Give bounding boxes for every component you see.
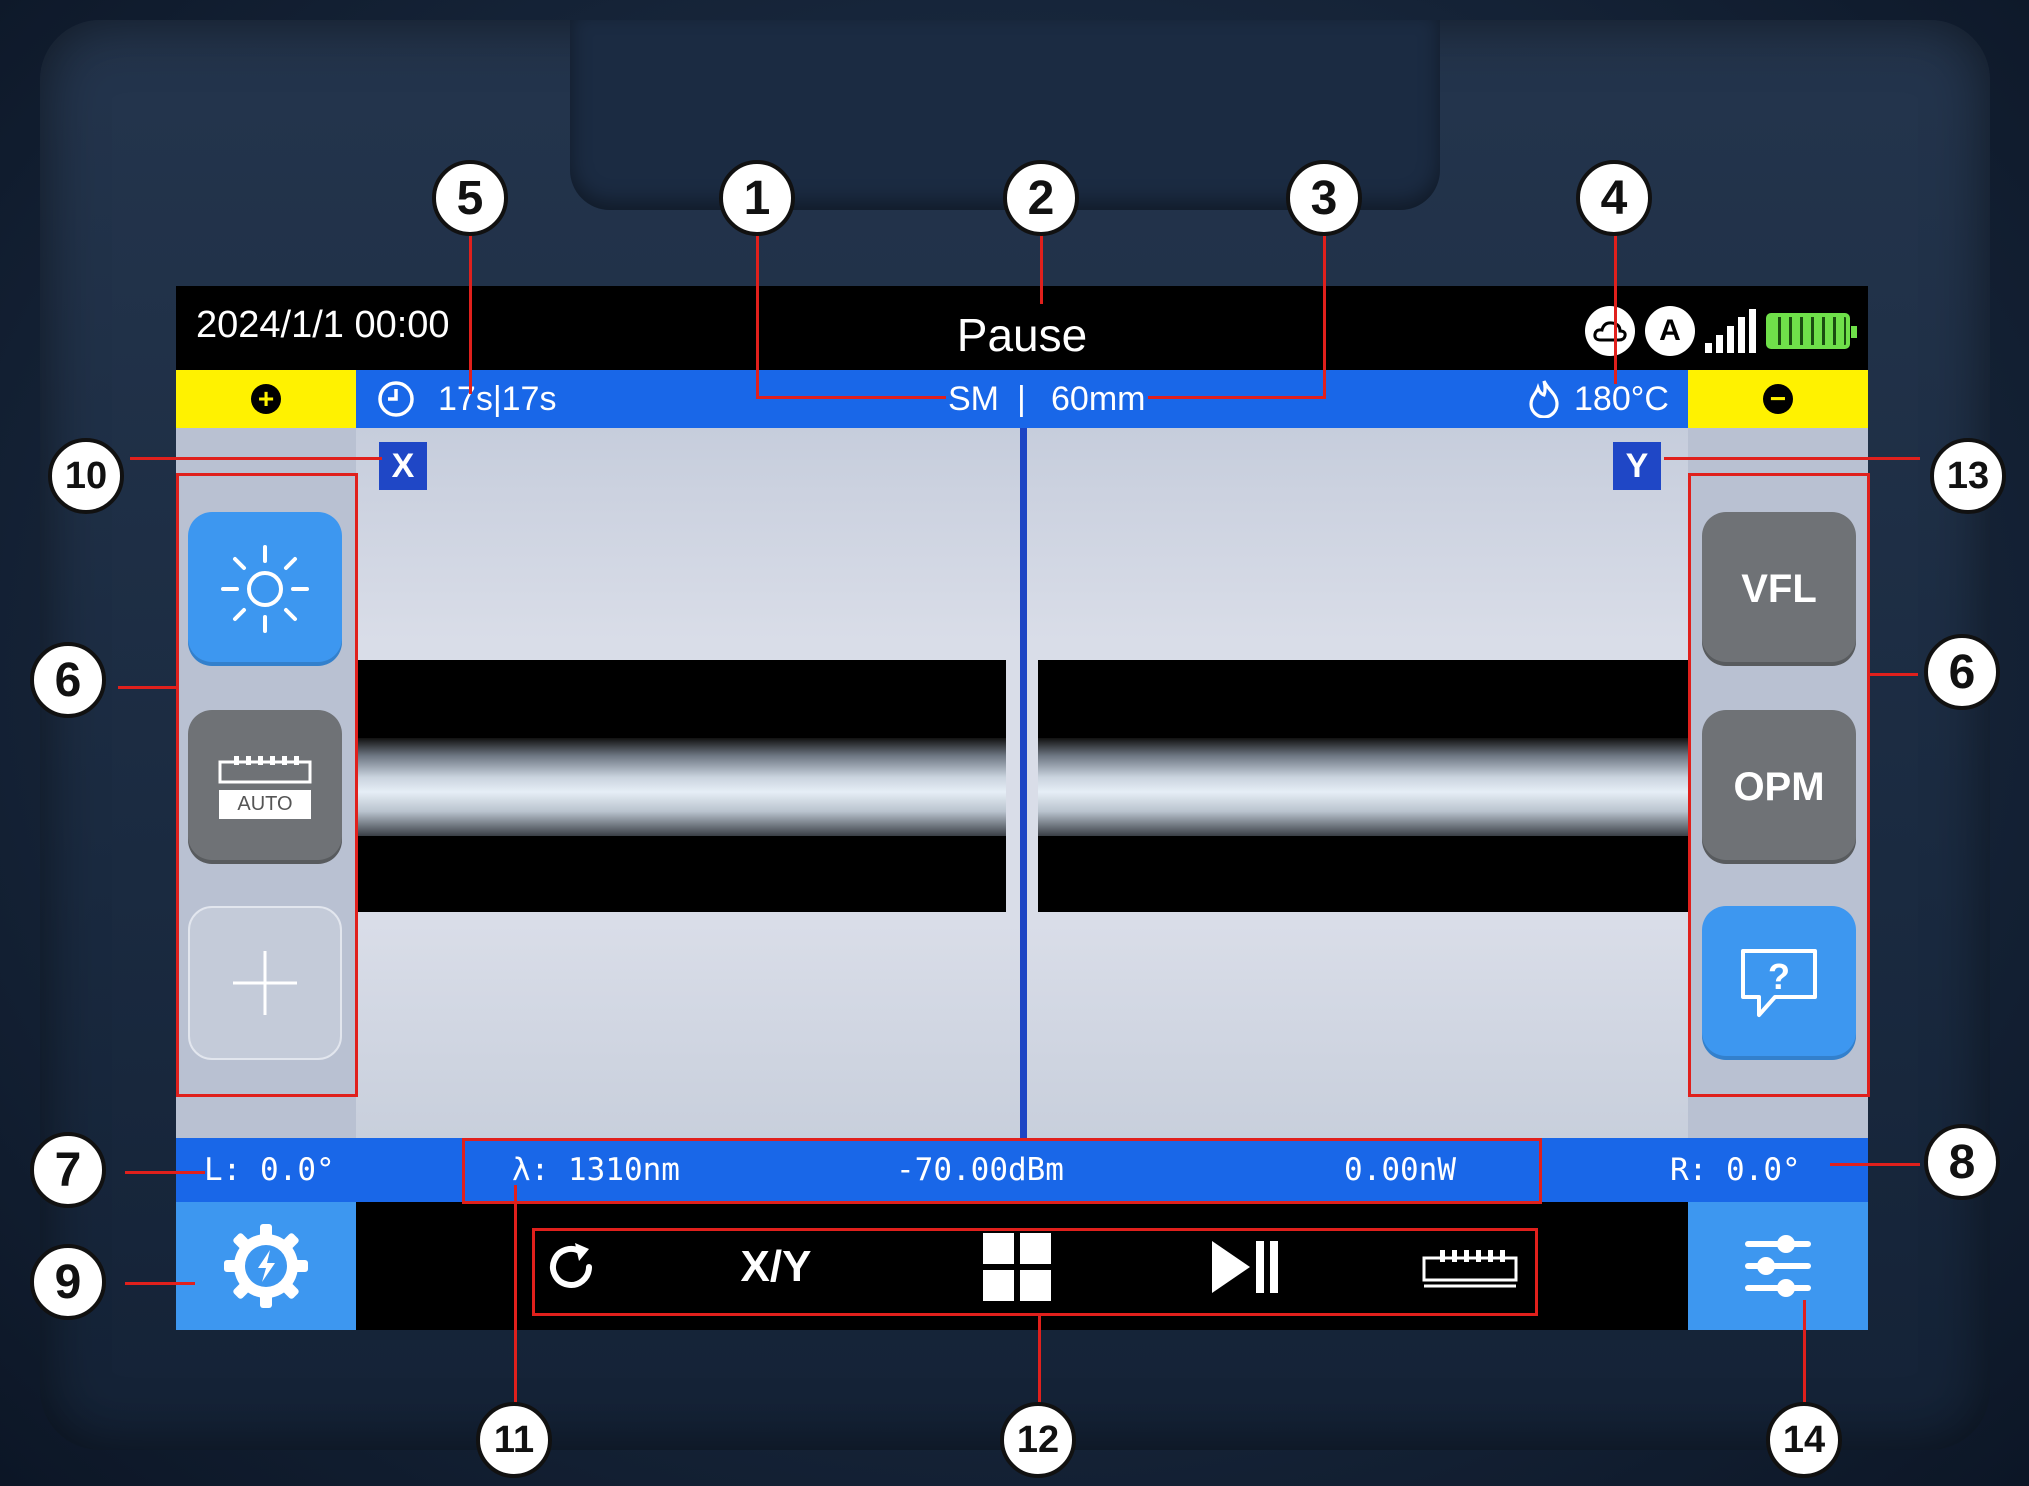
right-angle: R: 0.0° <box>1670 1152 1801 1188</box>
power-settings-button[interactable] <box>176 1202 356 1330</box>
callout-3: 3 <box>1286 160 1362 236</box>
center-line <box>1020 428 1027 1138</box>
info-separator: | <box>1017 380 1026 418</box>
fiber-mode: SM <box>948 380 999 418</box>
plus-button[interactable]: + <box>176 370 356 428</box>
heater-temperature: 180°C <box>1574 380 1669 418</box>
callout-12: 12 <box>1000 1402 1076 1478</box>
callout-5: 5 <box>432 160 508 236</box>
status-icons: A <box>1585 306 1857 356</box>
left-fiber-image <box>356 660 1006 912</box>
x-axis-label: X <box>379 442 427 490</box>
callout-1: 1 <box>719 160 795 236</box>
flame-icon <box>1526 378 1562 427</box>
heating-timer: 17s|17s <box>438 380 557 418</box>
auto-mode-icon: A <box>1645 306 1695 356</box>
toolbar-box <box>532 1228 1538 1316</box>
callout-11: 11 <box>476 1402 552 1478</box>
y-axis-label: Y <box>1613 442 1661 490</box>
cloud-icon <box>1585 306 1635 356</box>
signal-icon <box>1705 309 1756 353</box>
callout-9: 9 <box>30 1244 106 1320</box>
plus-icon: + <box>251 384 281 414</box>
measurement-box <box>462 1138 1542 1204</box>
clock-icon <box>376 379 416 428</box>
minus-button[interactable]: − <box>1688 370 1868 428</box>
minus-icon: − <box>1763 384 1793 414</box>
callout-6-left: 6 <box>30 642 106 718</box>
callout-14: 14 <box>1766 1402 1842 1478</box>
callout-7: 7 <box>30 1132 106 1208</box>
right-shortcut-box <box>1688 473 1870 1097</box>
callout-8: 8 <box>1924 1124 2000 1200</box>
sliders-icon <box>1745 1235 1811 1297</box>
callout-10: 10 <box>48 438 124 514</box>
gear-bolt-icon <box>224 1224 308 1308</box>
callout-4: 4 <box>1576 160 1652 236</box>
left-angle: L: 0.0° <box>204 1152 335 1188</box>
right-fiber-image <box>1038 660 1688 912</box>
callout-2: 2 <box>1003 160 1079 236</box>
left-shortcut-box <box>176 473 358 1097</box>
adjust-settings-button[interactable] <box>1688 1202 1868 1330</box>
fiber-view: X Y AUTO VFL OPM ? <box>176 428 1868 1138</box>
heat-length: 60mm <box>1051 380 1146 418</box>
battery-icon <box>1766 313 1857 349</box>
callout-13: 13 <box>1930 438 2006 514</box>
callout-6-right: 6 <box>1924 634 2000 710</box>
